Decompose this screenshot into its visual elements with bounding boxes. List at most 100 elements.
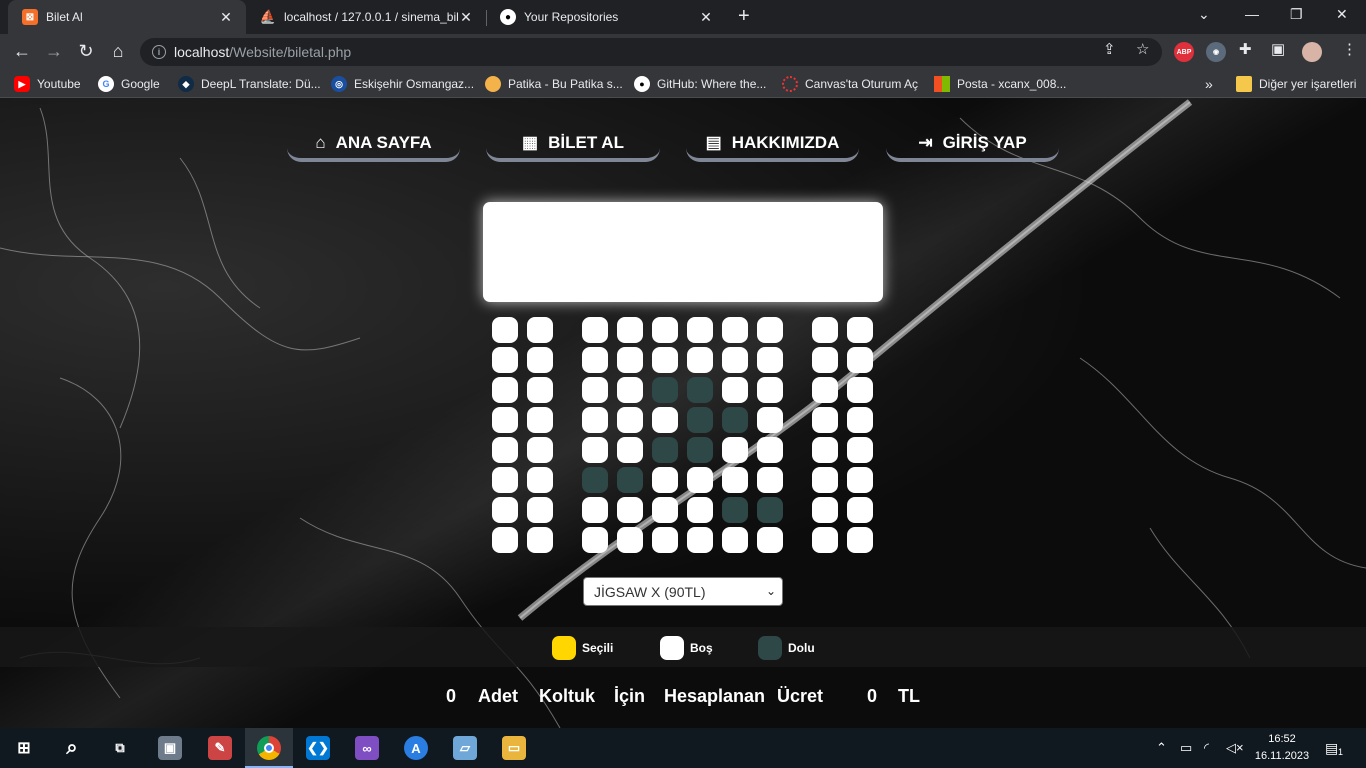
speaker-muted-icon[interactable]: ◁× <box>1226 740 1244 756</box>
extension-owl-icon[interactable]: ◉ <box>1206 42 1226 62</box>
seat[interactable] <box>687 437 713 463</box>
seat[interactable] <box>652 467 678 493</box>
seat[interactable] <box>687 347 713 373</box>
bookmarks-overflow-button[interactable]: » <box>1205 76 1213 92</box>
app-store-icon[interactable]: A <box>404 736 428 760</box>
seat[interactable] <box>582 317 608 343</box>
seat[interactable] <box>582 527 608 553</box>
seat[interactable] <box>812 527 838 553</box>
seat[interactable] <box>847 317 873 343</box>
seat[interactable] <box>527 347 553 373</box>
tab-phpmyadmin[interactable]: ⛵ localhost / 127.0.0.1 / sinema_bil ✕ <box>246 0 486 34</box>
seat[interactable] <box>527 377 553 403</box>
close-tab-icon[interactable]: ✕ <box>218 9 234 26</box>
seat[interactable] <box>722 377 748 403</box>
notification-icon[interactable]: ▤ <box>1325 740 1338 757</box>
vscode-icon[interactable]: ❮❯ <box>306 736 330 760</box>
seat[interactable] <box>617 497 643 523</box>
seat[interactable] <box>687 377 713 403</box>
bookmark-ogu[interactable]: ◎ Eskişehir Osmangaz... <box>331 76 474 92</box>
seat[interactable] <box>722 407 748 433</box>
nav-buy-ticket-button[interactable]: ▦ BİLET AL <box>486 128 660 162</box>
bookmark-youtube[interactable]: ▶ Youtube <box>14 76 81 92</box>
seat[interactable] <box>527 317 553 343</box>
seat[interactable] <box>652 407 678 433</box>
seat[interactable] <box>847 407 873 433</box>
seat[interactable] <box>617 347 643 373</box>
seat[interactable] <box>582 347 608 373</box>
seat[interactable] <box>722 437 748 463</box>
minimize-icon[interactable]: — <box>1245 6 1259 22</box>
profile-avatar[interactable] <box>1302 42 1322 62</box>
bookmark-github[interactable]: ● GitHub: Where the... <box>634 76 766 92</box>
share-icon[interactable]: ⇪ <box>1103 40 1116 58</box>
file-explorer-icon[interactable]: ▭ <box>502 736 526 760</box>
seat[interactable] <box>617 317 643 343</box>
seat[interactable] <box>582 497 608 523</box>
seat[interactable] <box>757 467 783 493</box>
seat[interactable] <box>652 347 678 373</box>
close-tab-icon[interactable]: ✕ <box>698 9 714 26</box>
seat[interactable] <box>722 467 748 493</box>
seat[interactable] <box>617 377 643 403</box>
system-clock[interactable]: 16:52 16.11.2023 <box>1252 731 1312 765</box>
seat[interactable] <box>527 467 553 493</box>
seat[interactable] <box>812 347 838 373</box>
menu-icon[interactable]: ⋮ <box>1342 40 1357 58</box>
seat[interactable] <box>687 407 713 433</box>
extensions-puzzle-icon[interactable]: ✚ <box>1239 40 1252 58</box>
seat[interactable] <box>617 437 643 463</box>
tab-search-icon[interactable]: ⌄ <box>1198 6 1210 23</box>
wifi-icon[interactable]: ◜ <box>1204 740 1209 756</box>
bookmark-deepl[interactable]: ◆ DeepL Translate: Dü... <box>178 76 321 92</box>
nav-login-button[interactable]: ⇥ GİRİŞ YAP <box>886 128 1059 162</box>
seat[interactable] <box>757 407 783 433</box>
seat[interactable] <box>687 527 713 553</box>
seat[interactable] <box>722 497 748 523</box>
visual-studio-icon[interactable]: ∞ <box>355 736 379 760</box>
seat[interactable] <box>617 467 643 493</box>
seat[interactable] <box>652 377 678 403</box>
seat[interactable] <box>757 497 783 523</box>
seat[interactable] <box>652 527 678 553</box>
bookmark-outlook[interactable]: Posta - xcanx_008... <box>934 76 1066 92</box>
home-icon[interactable]: ⌂ <box>106 41 130 62</box>
paint-app-icon[interactable]: ✎ <box>208 736 232 760</box>
seat[interactable] <box>492 437 518 463</box>
seat[interactable] <box>687 497 713 523</box>
notes-app-icon[interactable]: ▱ <box>453 736 477 760</box>
nav-about-button[interactable]: ▤ HAKKIMIZDA <box>686 128 859 162</box>
seat[interactable] <box>812 317 838 343</box>
side-panel-icon[interactable]: ▣ <box>1271 40 1285 58</box>
seat[interactable] <box>757 347 783 373</box>
seat[interactable] <box>652 497 678 523</box>
seat[interactable] <box>617 407 643 433</box>
seat[interactable] <box>687 467 713 493</box>
movie-select[interactable]: JİGSAW X (90TL) ⌄ <box>583 577 783 606</box>
seat[interactable] <box>492 497 518 523</box>
battery-icon[interactable]: ▭ <box>1180 740 1192 756</box>
seat[interactable] <box>582 467 608 493</box>
nav-home-button[interactable]: ⌂ ANA SAYFA <box>287 128 460 162</box>
close-window-icon[interactable]: ✕ <box>1336 6 1348 23</box>
back-arrow-icon[interactable]: ← <box>10 41 34 62</box>
seat[interactable] <box>847 527 873 553</box>
seat[interactable] <box>847 437 873 463</box>
seat[interactable] <box>812 437 838 463</box>
seat[interactable] <box>687 317 713 343</box>
photos-app-icon[interactable]: ▣ <box>158 736 182 760</box>
tab-bilet-al[interactable]: ⊠ Bilet Al ✕ <box>8 0 246 34</box>
close-tab-icon[interactable]: ✕ <box>458 9 474 26</box>
seat[interactable] <box>847 467 873 493</box>
other-bookmarks-folder[interactable]: Diğer yer işaretleri <box>1236 76 1356 92</box>
maximize-icon[interactable]: ❐ <box>1290 6 1303 23</box>
reload-icon[interactable]: ↻ <box>74 41 98 62</box>
bookmark-google[interactable]: G Google <box>98 76 160 92</box>
address-bar[interactable]: i localhost/Website/biletal.php <box>140 38 1162 66</box>
new-tab-button[interactable]: + <box>738 5 750 28</box>
tray-expand-icon[interactable]: ⌃ <box>1156 740 1167 756</box>
seat[interactable] <box>492 317 518 343</box>
site-info-icon[interactable]: i <box>152 45 166 59</box>
bookmark-patika[interactable]: Patika - Bu Patika s... <box>485 76 623 92</box>
chrome-icon[interactable] <box>257 736 281 760</box>
